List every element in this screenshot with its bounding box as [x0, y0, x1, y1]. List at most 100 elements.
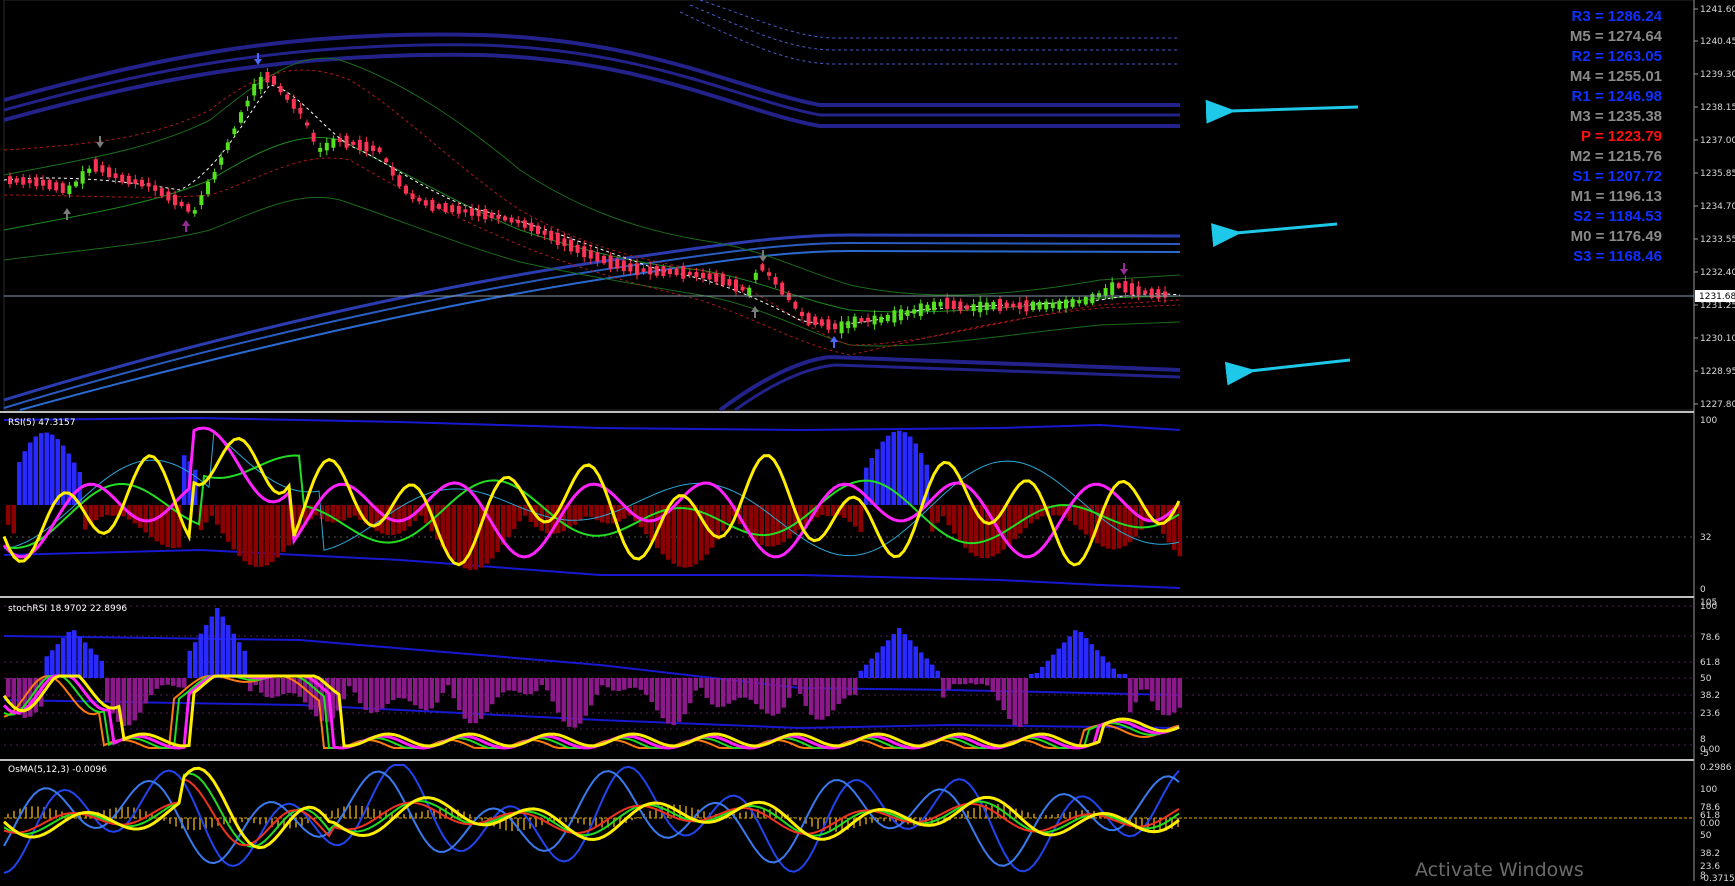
bull-candle — [232, 128, 237, 135]
stoch-axis-label: 23.6 — [1700, 709, 1720, 719]
rsi-panel[interactable]: RSI(5) 47.3157 100 32 0 — [2, 416, 1717, 595]
stoch-hist-bar — [781, 678, 786, 708]
price-axis-label: 1233.55 — [1700, 235, 1735, 245]
bull-candle — [67, 185, 72, 195]
bear-candle — [635, 263, 639, 276]
pivot-level-labels: R3 = 1286.24 M5 = 1274.64 R2 = 1263.05 M4 =… — [1570, 8, 1663, 265]
bear-candle — [562, 238, 567, 246]
stoch-hist-bar — [198, 633, 203, 678]
bear-candle — [437, 204, 441, 209]
rsi-hist-bar — [264, 505, 269, 566]
rsi-hist-bar — [567, 505, 572, 529]
stoch-hist-bar — [1062, 642, 1067, 678]
stoch-hist-bar — [380, 678, 385, 709]
ma-red-upper — [3, 69, 1181, 346]
rsi-hist-bar — [281, 505, 286, 552]
bull-candle — [932, 301, 936, 311]
stoch-hist-bar — [94, 654, 99, 678]
stoch-hist-bar — [385, 678, 390, 704]
stoch-hist-bar — [1128, 678, 1133, 713]
stoch-hist-bar — [512, 678, 517, 691]
stoch-hist-bar — [633, 678, 638, 688]
stoch-hist-bar — [99, 660, 104, 678]
bear-candle — [687, 271, 692, 276]
price-axis-label: 1231.25 — [1700, 301, 1735, 311]
price-axis-label: 1228.95 — [1700, 367, 1735, 377]
stoch-hist-bar — [44, 656, 49, 678]
bear-candle — [113, 173, 118, 179]
price-axis-label: 1241.60 — [1700, 5, 1735, 15]
rsi-hist-bar — [341, 505, 346, 521]
bear-candle — [34, 177, 39, 187]
main-price-panel[interactable]: R3 = 1286.24 M5 = 1274.64 R2 = 1263.05 M4 =… — [3, 0, 1735, 412]
rsi-hist-bar — [913, 443, 918, 505]
chart-canvas[interactable]: R3 = 1286.24 M5 = 1274.64 R2 = 1263.05 M4 =… — [0, 0, 1735, 884]
trading-terminal: R3 = 1286.24 M5 = 1274.64 R2 = 1263.05 M4 =… — [0, 0, 1735, 884]
bear-candle — [470, 208, 474, 216]
stoch-hist-bar — [561, 678, 566, 722]
bear-candle — [450, 205, 455, 213]
bull-candle — [753, 272, 758, 280]
bear-candle — [701, 272, 705, 279]
stoch-hist-bar — [1150, 678, 1155, 702]
stoch-hist-bar — [627, 678, 632, 689]
bull-candle — [1083, 296, 1088, 305]
bear-candle — [1011, 303, 1016, 308]
bear-candle — [859, 318, 864, 322]
stoch-rsi-panel[interactable]: stochRSI 18.9702 22.8996 10510078.661.85… — [2, 598, 1720, 759]
bull-candle — [331, 138, 336, 148]
bull-candle — [1037, 301, 1042, 310]
bear-candle — [1156, 289, 1161, 299]
rsi-hist-bar — [6, 505, 11, 525]
bear-candle — [120, 174, 125, 183]
bear-candle — [41, 179, 45, 186]
rsi-axis: 100 32 0 — [1700, 416, 1717, 595]
stoch-hist-bar — [886, 640, 891, 678]
bear-candle — [734, 279, 738, 292]
bull-candle — [925, 304, 930, 312]
rsi-hist-bar — [649, 505, 654, 542]
stoch-hist-bar — [578, 678, 583, 724]
candlesticks[interactable] — [8, 67, 1167, 339]
stoch-hist-bar — [226, 625, 231, 678]
pivot-label: S3 = 1168.46 — [1573, 248, 1662, 265]
rsi-lower-band — [3, 548, 1181, 589]
bull-candle — [87, 168, 92, 173]
stoch-hist-bar — [924, 658, 929, 678]
stoch-hist-bar — [187, 650, 192, 678]
bear-candle — [1123, 281, 1128, 293]
pivot-band-p-upper — [3, 233, 1181, 402]
bear-candle — [423, 200, 428, 206]
stoch-hist-bar — [1122, 674, 1127, 678]
fractal-markers — [63, 53, 1128, 348]
rsi-hist-bar — [11, 505, 16, 534]
bear-candle — [291, 98, 296, 109]
stoch-hist-bar — [154, 678, 159, 689]
pivot-label: R1 = 1246.98 — [1572, 88, 1663, 105]
stoch-hist-bar — [1177, 678, 1182, 708]
bull-candle — [918, 303, 923, 317]
bear-candle — [555, 232, 560, 245]
stoch-hist-bar — [963, 678, 968, 685]
pivot-label: M0 = 1176.49 — [1571, 228, 1662, 245]
bull-candle — [1097, 293, 1101, 298]
bear-candle — [377, 147, 382, 153]
bear-candle — [483, 209, 488, 220]
stoch-hist-bar — [1001, 678, 1006, 711]
rsi-upper-band — [3, 416, 1181, 432]
bear-candle — [503, 216, 507, 221]
rsi-axis-label: 32 — [1700, 533, 1711, 543]
stoch-hist-bar — [517, 678, 522, 693]
stoch-hist-bar — [594, 678, 599, 695]
bull-candle — [899, 309, 903, 321]
bear-candle — [390, 167, 395, 176]
rsi-hist-bar — [902, 432, 907, 505]
stoch-hist-bar — [462, 678, 467, 719]
stoch-hist-bar — [105, 678, 110, 702]
rsi-hist-bar — [248, 505, 253, 565]
stoch-hist-bar — [1067, 636, 1072, 678]
pivot-label: S2 = 1184.53 — [1573, 208, 1662, 225]
bull-candle — [852, 316, 857, 328]
price-axis-label: 1235.85 — [1700, 169, 1735, 179]
rsi-hist-bar — [1177, 505, 1182, 557]
